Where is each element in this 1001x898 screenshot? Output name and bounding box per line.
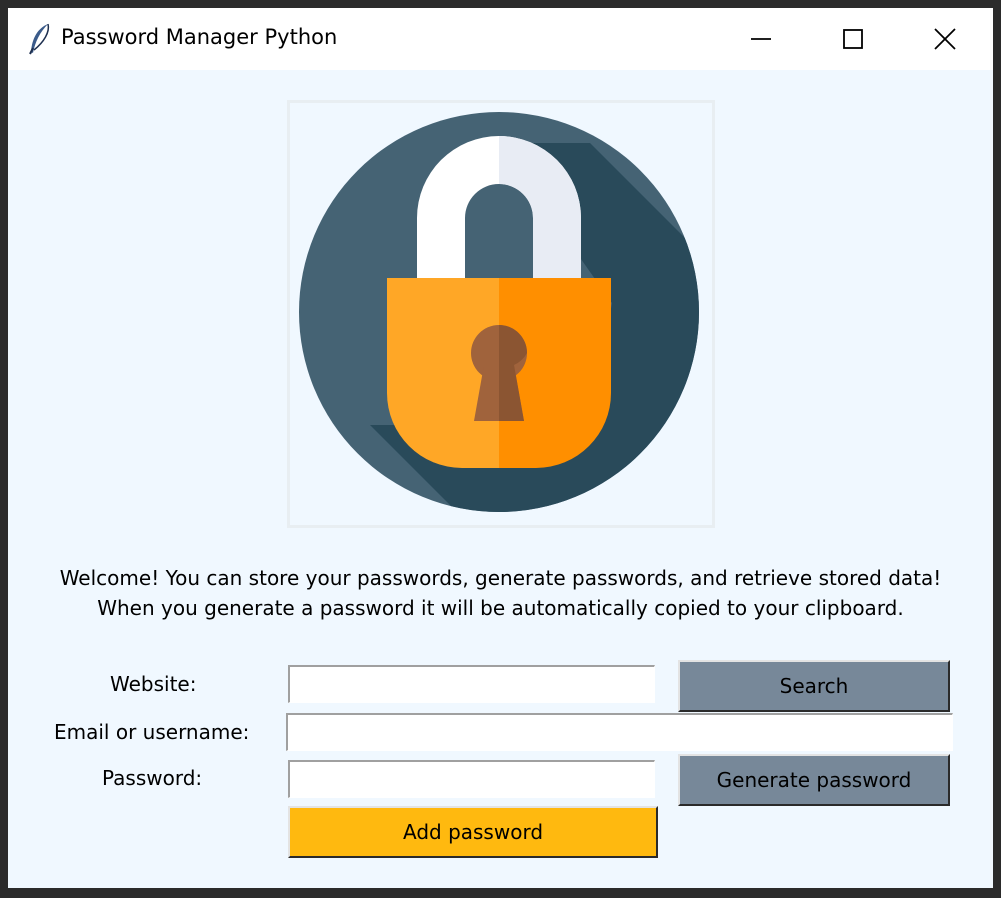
search-button[interactable]: Search: [678, 660, 950, 712]
close-button[interactable]: [899, 8, 991, 70]
welcome-line-1: Welcome! You can store your passwords, g…: [59, 566, 942, 590]
padlock-icon: [299, 112, 699, 512]
password-label: Password:: [102, 766, 203, 790]
email-input[interactable]: [286, 713, 953, 751]
maximize-icon: [843, 29, 863, 49]
website-label: Website:: [110, 672, 197, 696]
minimize-icon: [751, 38, 771, 40]
add-password-button[interactable]: Add password: [288, 806, 658, 858]
generate-password-button[interactable]: Generate password: [678, 754, 950, 806]
logo-canvas: [287, 100, 715, 528]
password-input[interactable]: [288, 760, 655, 798]
website-input[interactable]: [288, 665, 655, 703]
welcome-line-2: When you generate a password it will be …: [97, 596, 904, 620]
window-title: Password Manager Python: [61, 25, 338, 49]
title-bar[interactable]: Password Manager Python: [8, 8, 993, 70]
maximize-button[interactable]: [807, 8, 899, 70]
minimize-button[interactable]: [715, 8, 807, 70]
main-content: Welcome! You can store your passwords, g…: [8, 70, 993, 888]
welcome-message: Welcome! You can store your passwords, g…: [8, 563, 993, 623]
email-label: Email or username:: [54, 720, 250, 744]
feather-icon: [29, 23, 50, 55]
close-icon: [934, 28, 956, 50]
app-window: Password Manager Python Welcome! You can…: [8, 8, 993, 888]
